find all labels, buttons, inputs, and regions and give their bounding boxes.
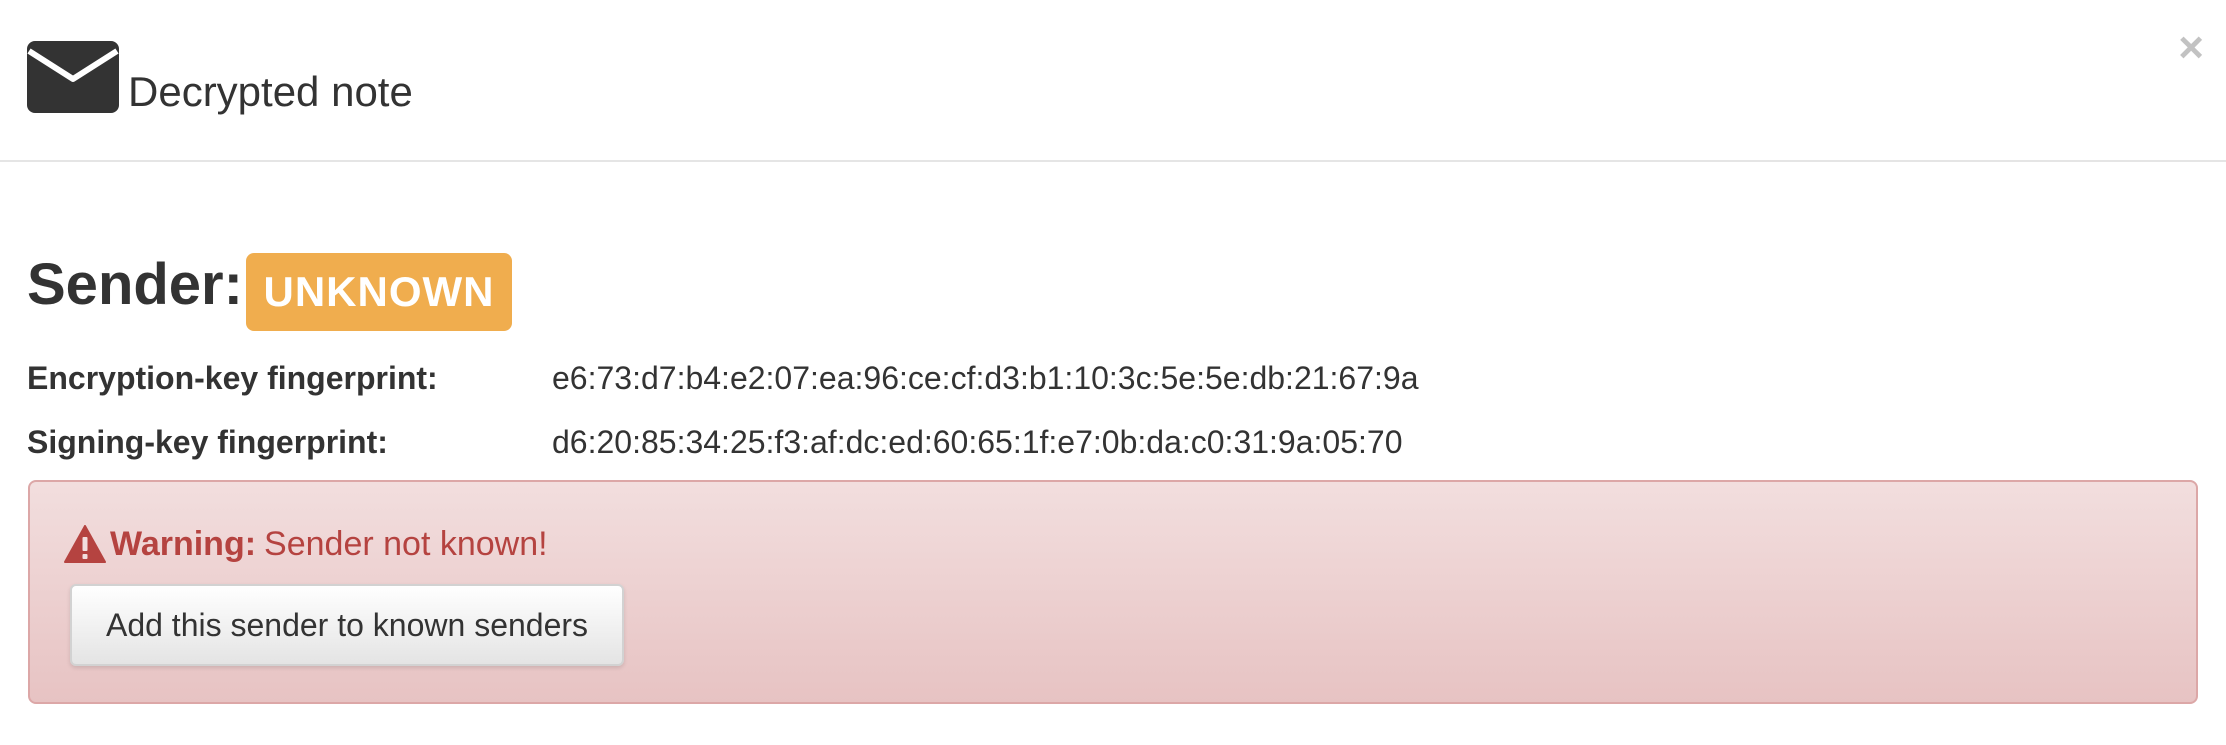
sender-heading: Sender: [27, 252, 243, 317]
warning-label: Warning: [110, 524, 257, 563]
signing-fingerprint-value: d6:20:85:34:25:f3:af:dc:ed:60:65:1f:e7:0… [552, 424, 1403, 460]
close-button[interactable]: × [2178, 26, 2204, 70]
modal-header: Decrypted note × [0, 0, 2226, 162]
unknown-sender-alert: Warning: Sender not known! Add this send… [28, 480, 2198, 704]
envelope-icon [27, 41, 119, 113]
decrypted-note-modal: Decrypted note × Sender: UNKNOWN Encrypt… [0, 0, 2226, 745]
warning-line: Warning: Sender not known! [64, 522, 548, 566]
modal-title: Decrypted note [128, 68, 413, 115]
sender-status-badge: UNKNOWN [246, 253, 512, 331]
encryption-fingerprint-label: Encryption-key fingerprint: [27, 360, 438, 396]
warning-message: Sender not known! [264, 524, 548, 563]
signing-fingerprint-label: Signing-key fingerprint: [27, 424, 388, 460]
encryption-fingerprint-value: e6:73:d7:b4:e2:07:ea:96:ce:cf:d3:b1:10:3… [552, 360, 1419, 396]
warning-triangle-icon [64, 525, 106, 563]
add-to-known-senders-button[interactable]: Add this sender to known senders [70, 584, 624, 666]
